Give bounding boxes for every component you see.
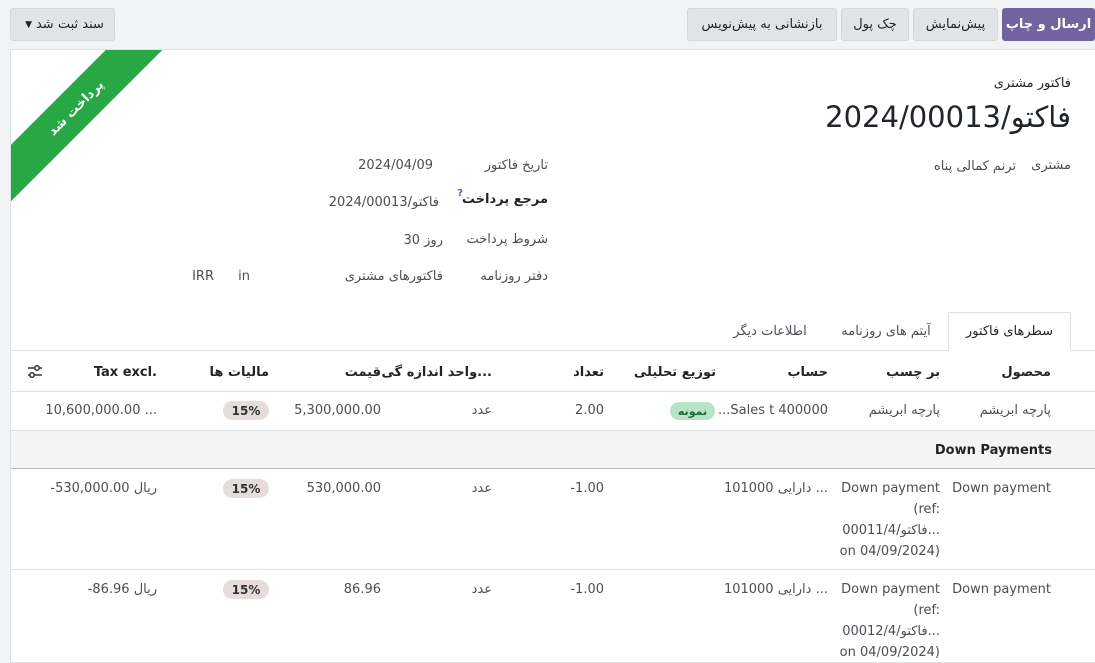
row-uom: عدد bbox=[471, 481, 492, 496]
section-divider bbox=[11, 468, 1095, 469]
help-icon[interactable]: ? bbox=[457, 188, 463, 199]
tax-badge: 15% bbox=[223, 479, 269, 498]
row-label-line: (ref: bbox=[913, 502, 940, 517]
column-label-header[interactable]: بر چسب bbox=[886, 365, 940, 380]
row-label-line: Down payment bbox=[841, 481, 940, 496]
row-product: Down payment bbox=[952, 481, 1051, 496]
currency-value[interactable]: IRR bbox=[192, 269, 214, 284]
row-quantity: -1.00 bbox=[570, 582, 604, 597]
invoice-number: فاکتو/2024/00013 bbox=[825, 100, 1071, 134]
row-label-line: on 04/09/2024) bbox=[839, 544, 940, 559]
invoice-sheet: پرداخت شد فاکتور مشتری فاکتو/2024/00013 … bbox=[10, 49, 1095, 663]
invoice-date-label: تاریخ فاکتور bbox=[484, 158, 548, 173]
row-price: 5,300,000.00 bbox=[294, 403, 381, 418]
payment-reference-label: مرجع پرداخت bbox=[461, 192, 548, 207]
invoice-type-label: فاکتور مشتری bbox=[993, 76, 1071, 91]
column-price-header[interactable]: قیمت bbox=[345, 365, 381, 380]
row-label-line: فاکتو/00011/4... bbox=[842, 523, 940, 538]
analytic-tag-badge: نمونه bbox=[670, 402, 715, 420]
journal-in-label: in bbox=[238, 269, 250, 284]
row-quantity: -1.00 bbox=[570, 481, 604, 496]
column-quantity-header[interactable]: تعداد bbox=[573, 365, 604, 380]
column-account-header[interactable]: حساب bbox=[787, 365, 828, 380]
journal-value[interactable]: فاکتورهای مشتری bbox=[345, 269, 443, 284]
payment-terms-value[interactable]: 30 روز bbox=[403, 233, 443, 248]
send-print-button[interactable]: ارسال و چاپ bbox=[1002, 8, 1095, 41]
row-price: 86.96 bbox=[343, 582, 381, 597]
row-account: 400000 Sales t... bbox=[717, 403, 828, 418]
paid-ribbon: پرداخت شد bbox=[11, 50, 171, 210]
row-subtotal: -86.96 ریال bbox=[87, 582, 157, 597]
row-label-line: (ref: bbox=[913, 603, 940, 618]
section-title: Down Payments bbox=[934, 443, 1052, 458]
row-label-line: فاکتو/00012/4... bbox=[842, 624, 940, 639]
row-uom: عدد bbox=[471, 582, 492, 597]
tabs-divider bbox=[11, 350, 1095, 351]
check-button[interactable]: چک پول bbox=[841, 8, 909, 41]
row-label: پارچه ابریشم bbox=[868, 403, 940, 418]
row-label-line: Down payment bbox=[841, 582, 940, 597]
row-account: 101000 دارایی ... bbox=[723, 582, 828, 597]
customer-label: مشتری bbox=[1031, 158, 1071, 173]
tab-journal-items[interactable]: آیتم های روزنامه bbox=[826, 312, 946, 350]
column-product-header[interactable]: محصول bbox=[1001, 365, 1051, 380]
row-quantity: 2.00 bbox=[575, 403, 604, 418]
row-divider bbox=[11, 569, 1095, 570]
row-account: 101000 دارایی ... bbox=[723, 481, 828, 496]
row-price: 530,000.00 bbox=[306, 481, 381, 496]
tax-badge: 15% bbox=[223, 401, 269, 420]
section-row[interactable]: Down Payments bbox=[11, 431, 1095, 469]
row-uom: عدد bbox=[471, 403, 492, 418]
tab-invoice-lines[interactable]: سطرهای فاکتور bbox=[948, 312, 1071, 351]
row-subtotal: -530,000.00 ریال bbox=[50, 481, 157, 496]
column-subtotal-header[interactable]: Tax excl. bbox=[94, 365, 157, 380]
column-analytic-header[interactable]: توزیع تحلیلی bbox=[634, 365, 716, 380]
tab-other-info[interactable]: اطلاعات دیگر bbox=[716, 312, 824, 350]
journal-label: دفتر روزنامه bbox=[480, 269, 548, 284]
tax-badge: 15% bbox=[223, 580, 269, 599]
row-subtotal: 10,600,000.00 ... bbox=[45, 403, 157, 418]
customer-value[interactable]: ترنم کمالی پناه bbox=[934, 159, 1016, 174]
journal-entry-button[interactable]: ▼ سند ثبت شد bbox=[10, 8, 115, 41]
payment-terms-label: شروط پرداخت bbox=[466, 232, 549, 247]
column-taxes-header[interactable]: مالیات ها bbox=[210, 365, 269, 380]
row-product: Down payment bbox=[952, 582, 1051, 597]
journal-entry-label: سند ثبت شد bbox=[35, 17, 104, 32]
payment-reference-value[interactable]: فاکتو/2024/00013 bbox=[329, 195, 439, 210]
paid-ribbon-label: پرداخت شد bbox=[11, 50, 171, 204]
caret-down-icon: ▼ bbox=[25, 19, 32, 30]
row-product: پارچه ابریشم bbox=[979, 403, 1051, 418]
column-uom-header[interactable]: واحد اندازه گی... bbox=[382, 365, 492, 380]
row-label-line: on 04/09/2024) bbox=[839, 645, 940, 660]
invoice-date-value[interactable]: 2024/04/09 bbox=[358, 158, 433, 173]
header-divider bbox=[11, 391, 1095, 392]
sliders-icon[interactable] bbox=[27, 365, 43, 379]
reset-to-draft-button[interactable]: بازنشانی به پیش‌نویس bbox=[687, 8, 837, 41]
preview-button[interactable]: پیش‌نمایش bbox=[913, 8, 998, 41]
